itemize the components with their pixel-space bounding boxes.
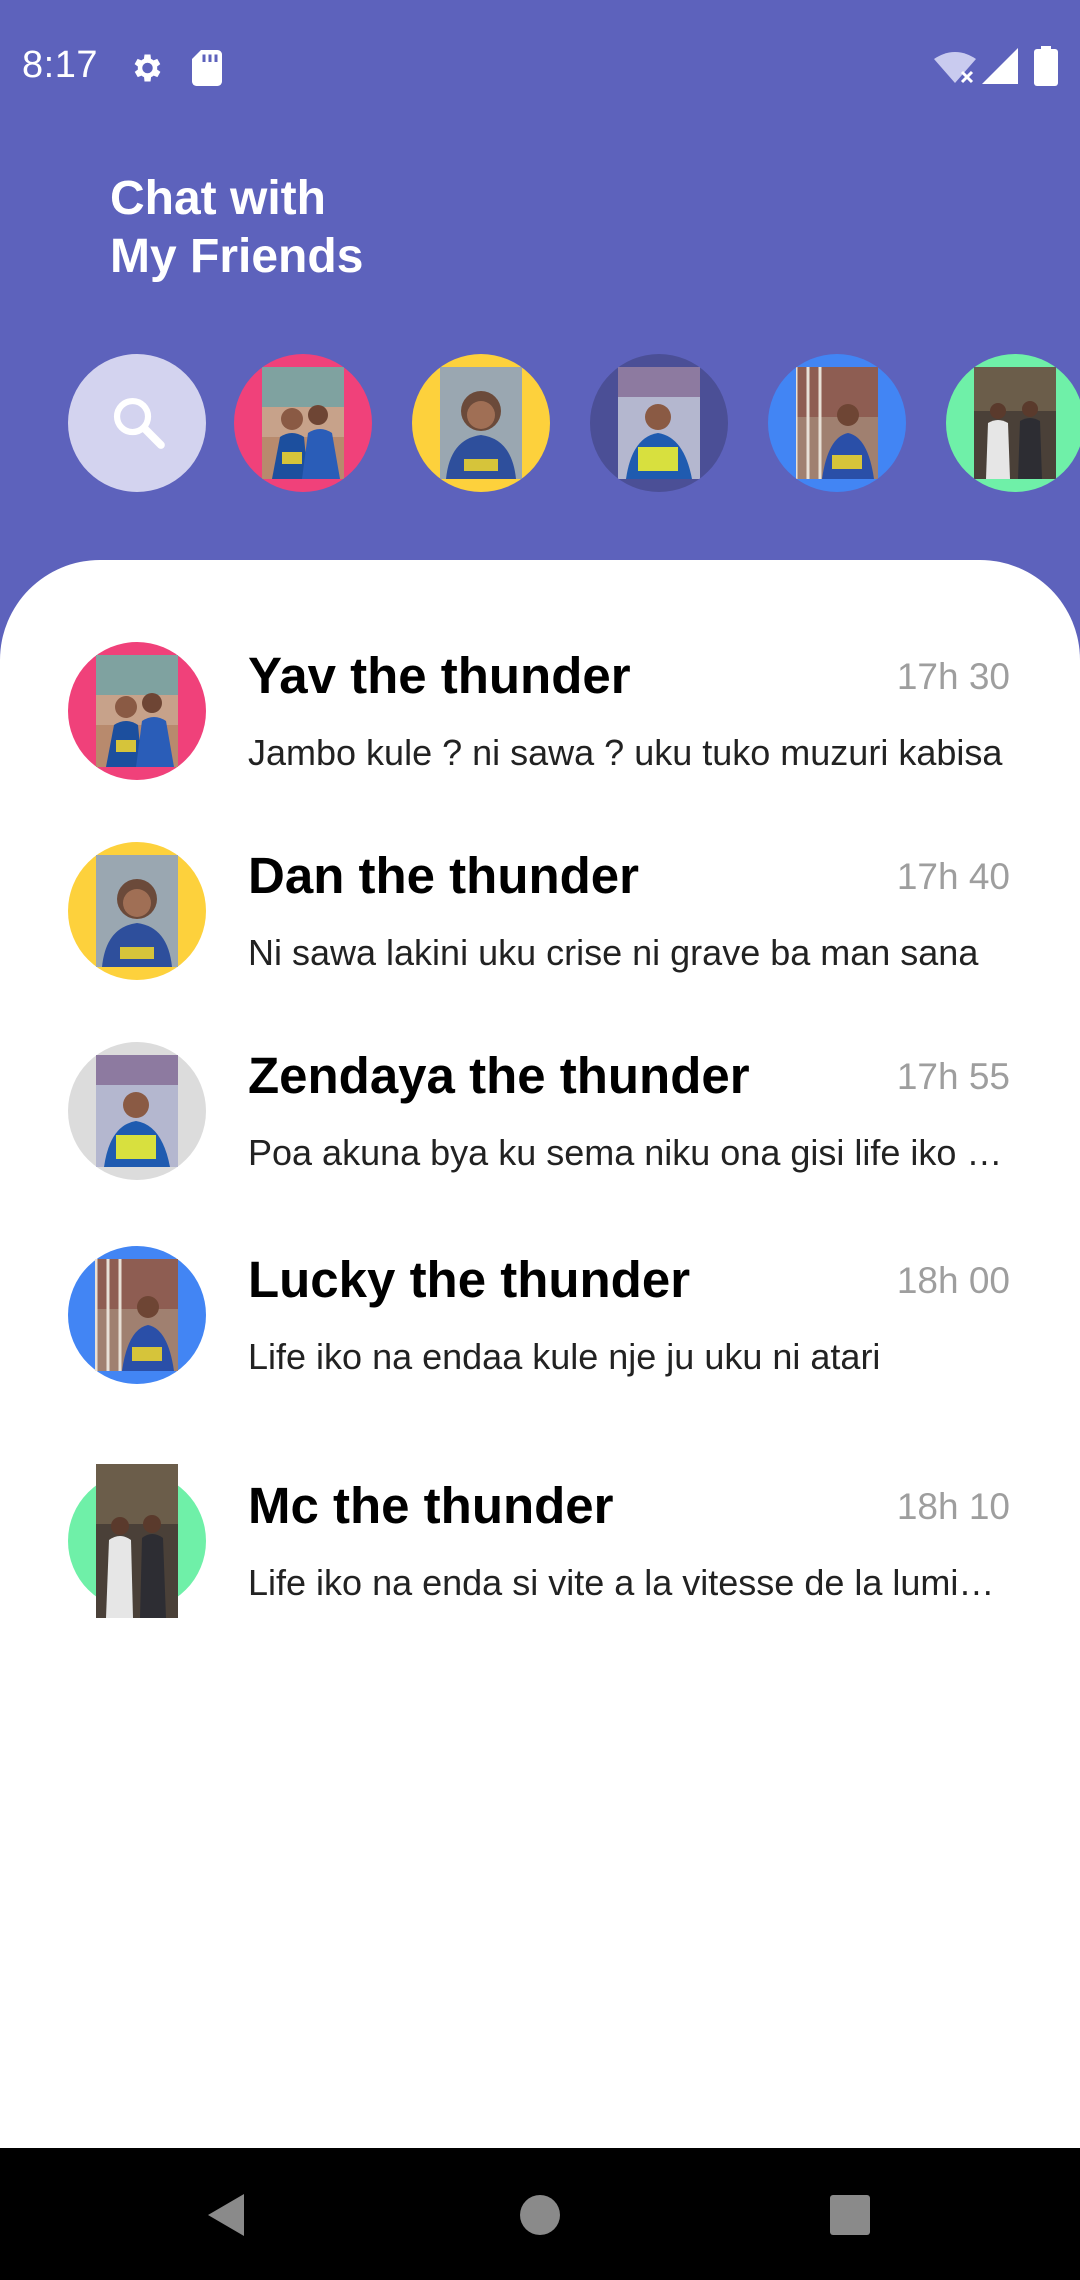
avatar-photo: [96, 855, 178, 967]
contact-name: Yav the thunder: [248, 647, 631, 704]
home-icon[interactable]: [518, 2192, 562, 2238]
message-preview: Life iko na enda si vite a la vitesse de…: [248, 1562, 1010, 1603]
chat-list-card: Yav the thunder 17h 30 Jambo kule ? ni s…: [0, 560, 1080, 2148]
page-title: Chat with My Friends: [110, 170, 610, 286]
message-time: 17h 30: [896, 656, 1010, 697]
story-avatar-5[interactable]: [946, 354, 1080, 492]
avatar: [68, 842, 206, 980]
message-preview: Life iko na endaa kule nje ju uku ni ata…: [248, 1336, 881, 1377]
stories-row: [0, 354, 1080, 494]
avatar-photo: [796, 367, 878, 479]
avatar: [68, 1246, 206, 1384]
status-bar: 8:17: [0, 0, 1080, 134]
search-icon: [113, 397, 165, 449]
avatar-photo: [95, 1259, 178, 1371]
story-avatar-1[interactable]: [234, 354, 372, 492]
contact-name: Lucky the thunder: [248, 1251, 691, 1308]
avatar: [68, 1464, 206, 1618]
chat-item[interactable]: Dan the thunder 17h 40 Ni sawa lakini uk…: [0, 842, 1080, 1012]
avatar-photo: [974, 367, 1056, 479]
avatar: [68, 1042, 206, 1180]
contact-name: Dan the thunder: [248, 847, 639, 904]
search-button[interactable]: [68, 354, 206, 492]
chat-item[interactable]: Lucky the thunder 18h 00 Life iko na end…: [0, 1246, 1080, 1416]
message-time: 18h 10: [896, 1486, 1010, 1527]
chat-item[interactable]: Mc the thunder 18h 10 Life iko na enda s…: [0, 1464, 1080, 1642]
page-title-line1: Chat with: [110, 172, 326, 225]
message-preview: Ni sawa lakini uku crise ni grave ba man…: [248, 932, 979, 973]
avatar-photo: [96, 1464, 178, 1618]
story-avatar-3[interactable]: [590, 354, 728, 492]
avatar-photo: [96, 1055, 178, 1167]
wifi-off-icon: [934, 52, 976, 84]
gear-icon: [134, 54, 161, 82]
page-title-line2: My Friends: [110, 230, 364, 283]
navigation-bar: [0, 2148, 1080, 2280]
story-avatar-2[interactable]: [412, 354, 550, 492]
avatar-photo: [262, 367, 344, 479]
chat-item[interactable]: Zendaya the thunder 17h 55 Poa akuna bya…: [0, 1042, 1080, 1212]
signal-icon: [982, 48, 1018, 84]
contact-name: Zendaya the thunder: [248, 1047, 750, 1104]
battery-icon: [1034, 46, 1058, 86]
message-time: 17h 55: [896, 1056, 1010, 1097]
status-time: 8:17: [22, 44, 98, 86]
contact-name: Mc the thunder: [248, 1477, 614, 1534]
avatar-photo: [96, 655, 178, 767]
sd-card-icon: [192, 50, 222, 86]
message-time: 18h 00: [896, 1260, 1010, 1301]
back-icon[interactable]: [204, 2192, 248, 2238]
avatar-photo: [440, 367, 522, 479]
chat-item[interactable]: Yav the thunder 17h 30 Jambo kule ? ni s…: [0, 642, 1080, 812]
recents-icon[interactable]: [828, 2192, 872, 2238]
avatar-photo: [618, 367, 700, 479]
story-avatar-4[interactable]: [768, 354, 906, 492]
avatar: [68, 642, 206, 780]
message-preview: Poa akuna bya ku sema niku ona gisi life…: [248, 1132, 1010, 1173]
message-preview: Jambo kule ? ni sawa ? uku tuko muzuri k…: [248, 732, 1003, 773]
message-time: 17h 40: [896, 856, 1010, 897]
